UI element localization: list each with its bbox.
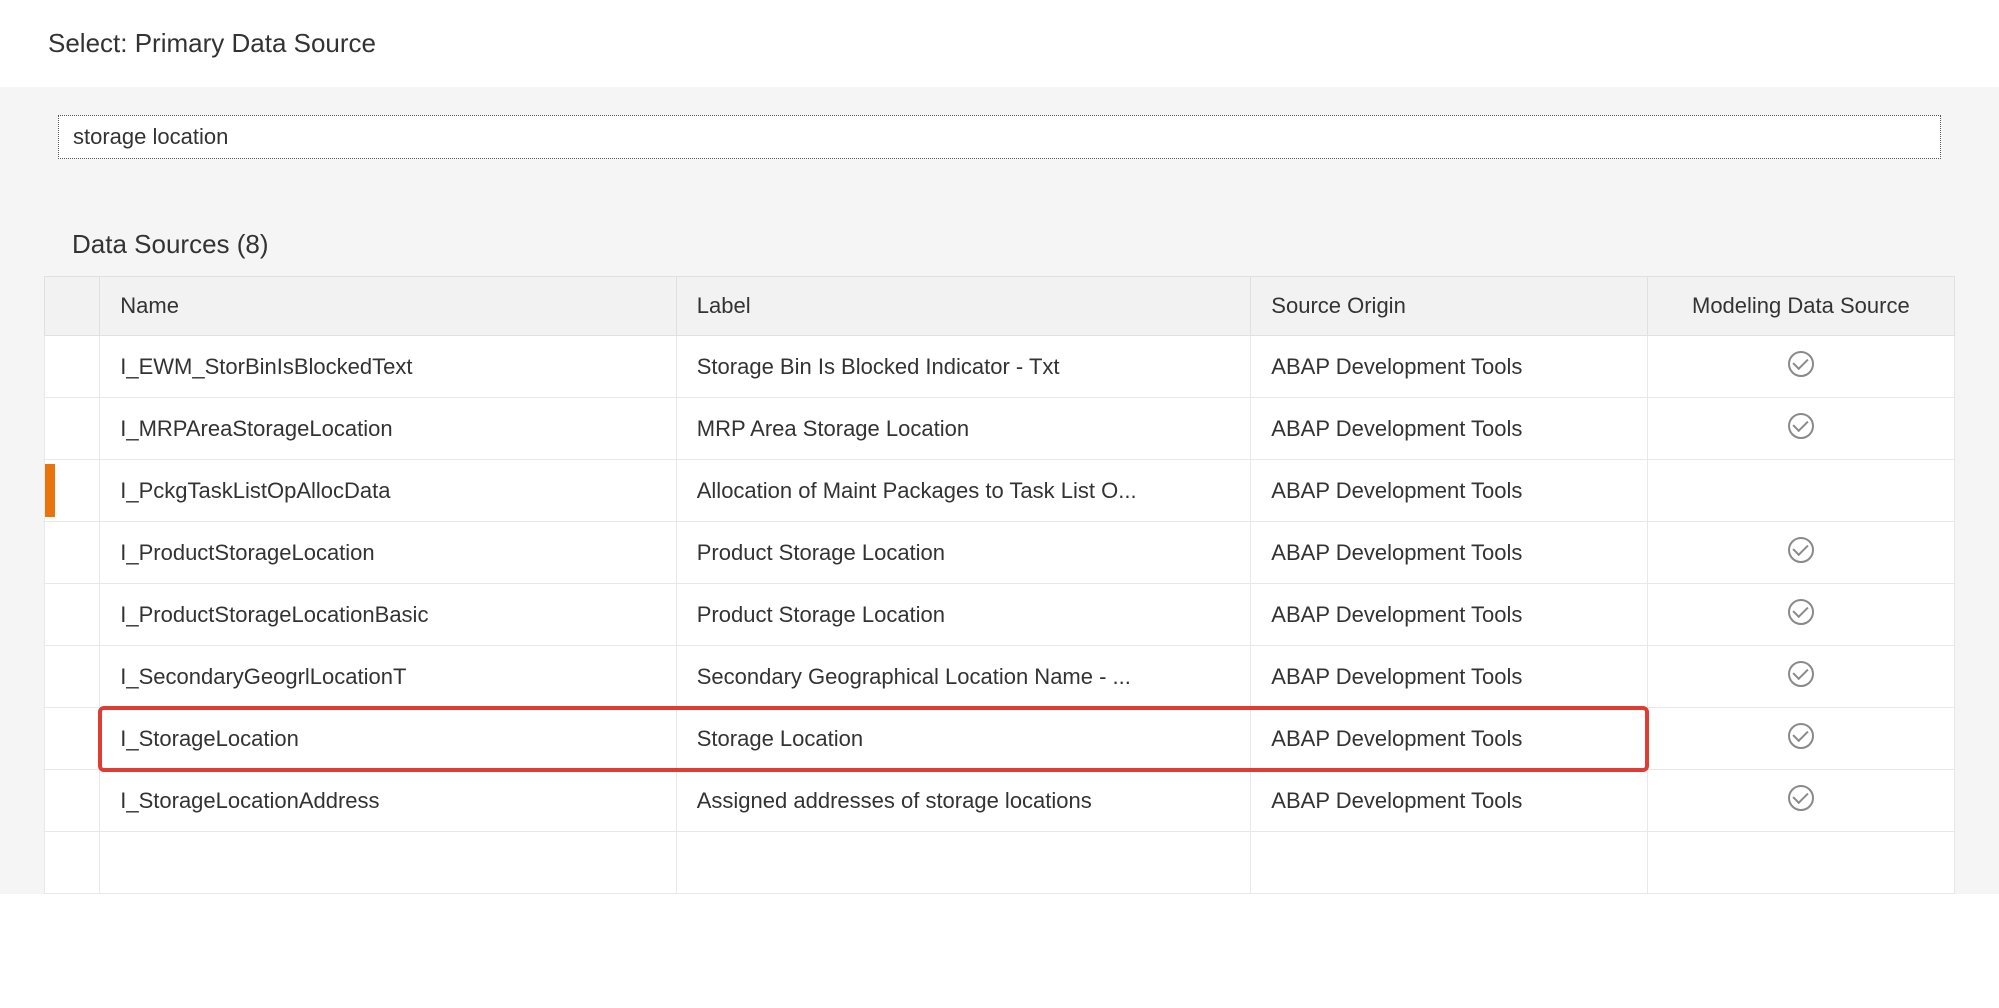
table-header-model[interactable]: Modeling Data Source	[1647, 277, 1954, 336]
table-row[interactable]: I_StorageLocationStorage LocationABAP De…	[45, 708, 1955, 770]
checkmark-icon	[1788, 413, 1814, 439]
checkmark-icon	[1788, 723, 1814, 749]
table-row[interactable]: I_EWM_StorBinIsBlockedTextStorage Bin Is…	[45, 336, 1955, 398]
row-model	[1647, 646, 1954, 708]
checkmark-icon	[1788, 537, 1814, 563]
empty-cell	[676, 832, 1251, 894]
table-header-label[interactable]: Label	[676, 277, 1251, 336]
row-marker	[45, 708, 100, 770]
empty-cell	[1647, 832, 1954, 894]
row-name: I_ProductStorageLocation	[100, 522, 677, 584]
row-label: Storage Bin Is Blocked Indicator - Txt	[676, 336, 1251, 398]
row-label: Secondary Geographical Location Name - .…	[676, 646, 1251, 708]
table-row[interactable]: I_MRPAreaStorageLocationMRP Area Storage…	[45, 398, 1955, 460]
table-row-empty	[45, 832, 1955, 894]
empty-cell	[100, 832, 677, 894]
row-label: Assigned addresses of storage locations	[676, 770, 1251, 832]
row-origin: ABAP Development Tools	[1251, 398, 1647, 460]
table-header-name[interactable]: Name	[100, 277, 677, 336]
row-origin: ABAP Development Tools	[1251, 770, 1647, 832]
row-marker	[45, 584, 100, 646]
table-row[interactable]: I_ProductStorageLocationBasicProduct Sto…	[45, 584, 1955, 646]
row-origin: ABAP Development Tools	[1251, 336, 1647, 398]
row-label: Product Storage Location	[676, 584, 1251, 646]
checkmark-icon	[1788, 661, 1814, 687]
row-name: I_StorageLocationAddress	[100, 770, 677, 832]
checkmark-icon	[1788, 351, 1814, 377]
page-title: Select: Primary Data Source	[0, 0, 1999, 59]
table-header-marker	[45, 277, 100, 336]
row-name: I_ProductStorageLocationBasic	[100, 584, 677, 646]
table-row[interactable]: I_SecondaryGeogrlLocationTSecondary Geog…	[45, 646, 1955, 708]
row-name: I_SecondaryGeogrlLocationT	[100, 646, 677, 708]
row-name: I_MRPAreaStorageLocation	[100, 398, 677, 460]
row-label: Product Storage Location	[676, 522, 1251, 584]
row-model	[1647, 460, 1954, 522]
empty-cell	[45, 832, 100, 894]
table-row[interactable]: I_ProductStorageLocationProduct Storage …	[45, 522, 1955, 584]
table-header-origin[interactable]: Source Origin	[1251, 277, 1647, 336]
row-origin: ABAP Development Tools	[1251, 584, 1647, 646]
row-label: MRP Area Storage Location	[676, 398, 1251, 460]
row-marker	[45, 522, 100, 584]
row-origin: ABAP Development Tools	[1251, 522, 1647, 584]
row-model	[1647, 584, 1954, 646]
row-label: Storage Location	[676, 708, 1251, 770]
row-model	[1647, 522, 1954, 584]
table-header-row: Name Label Source Origin Modeling Data S…	[45, 277, 1955, 336]
row-name: I_StorageLocation	[100, 708, 677, 770]
row-model	[1647, 770, 1954, 832]
row-marker	[45, 646, 100, 708]
empty-cell	[1251, 832, 1647, 894]
row-marker	[45, 398, 100, 460]
checkmark-icon	[1788, 599, 1814, 625]
row-model	[1647, 708, 1954, 770]
row-origin: ABAP Development Tools	[1251, 646, 1647, 708]
table-row[interactable]: I_PckgTaskListOpAllocDataAllocation of M…	[45, 460, 1955, 522]
row-marker	[45, 336, 100, 398]
row-name: I_EWM_StorBinIsBlockedText	[100, 336, 677, 398]
table-row[interactable]: I_StorageLocationAddressAssigned address…	[45, 770, 1955, 832]
row-origin: ABAP Development Tools	[1251, 460, 1647, 522]
row-label: Allocation of Maint Packages to Task Lis…	[676, 460, 1251, 522]
search-input[interactable]	[58, 115, 1941, 159]
data-sources-table-container: Name Label Source Origin Modeling Data S…	[44, 276, 1955, 894]
row-model	[1647, 398, 1954, 460]
row-model	[1647, 336, 1954, 398]
row-marker	[45, 460, 100, 522]
checkmark-icon	[1788, 785, 1814, 811]
row-name: I_PckgTaskListOpAllocData	[100, 460, 677, 522]
data-sources-table: Name Label Source Origin Modeling Data S…	[44, 276, 1955, 894]
row-marker	[45, 770, 100, 832]
section-title: Data Sources (8)	[0, 229, 1999, 276]
row-origin: ABAP Development Tools	[1251, 708, 1647, 770]
